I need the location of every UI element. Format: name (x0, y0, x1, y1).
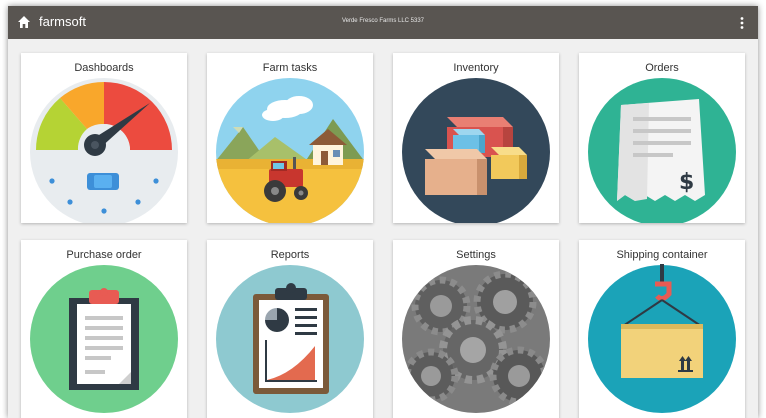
organization-name: Verde Fresco Farms LLC 5337 (341, 18, 425, 24)
purchase-order-clipboard-icon (30, 265, 178, 413)
tile-label: Farm tasks (262, 62, 318, 74)
dashboard-gauge-icon (30, 78, 178, 223)
orders-receipt-icon: $ (588, 78, 736, 223)
tile-label: Shipping container (616, 249, 708, 261)
tile-label: Reports (270, 249, 310, 261)
tile-label: Orders (645, 62, 679, 74)
tile-label: Inventory (453, 62, 499, 74)
more-vertical-icon[interactable] (735, 15, 749, 31)
dollar-sign: $ (679, 170, 694, 195)
tile-settings[interactable]: Settings (393, 240, 559, 418)
tile-reports[interactable]: Reports (207, 240, 373, 418)
settings-gears-icon (402, 265, 550, 413)
inventory-boxes-icon (402, 78, 550, 223)
tile-label: Dashboards (74, 62, 134, 74)
tile-dashboards[interactable]: Dashboards (21, 53, 187, 223)
top-bar: farmsoft Verde Fresco Farms LLC 5337 (8, 6, 758, 39)
app-window: farmsoft Verde Fresco Farms LLC 5337 Das… (8, 6, 758, 418)
tile-shipping-container[interactable]: Shipping container (579, 240, 745, 418)
shipping-container-icon (588, 264, 736, 413)
tile-orders[interactable]: Orders $ (579, 53, 745, 223)
reports-clipboard-chart-icon (216, 265, 364, 413)
tile-inventory[interactable]: Inventory (393, 53, 559, 223)
tile-farm-tasks[interactable]: Farm tasks (207, 53, 373, 223)
tile-label: Purchase order (66, 249, 142, 261)
tile-label: Settings (456, 249, 496, 261)
farm-tractor-icon (216, 78, 364, 223)
tile-purchase-order[interactable]: Purchase order (21, 240, 187, 418)
